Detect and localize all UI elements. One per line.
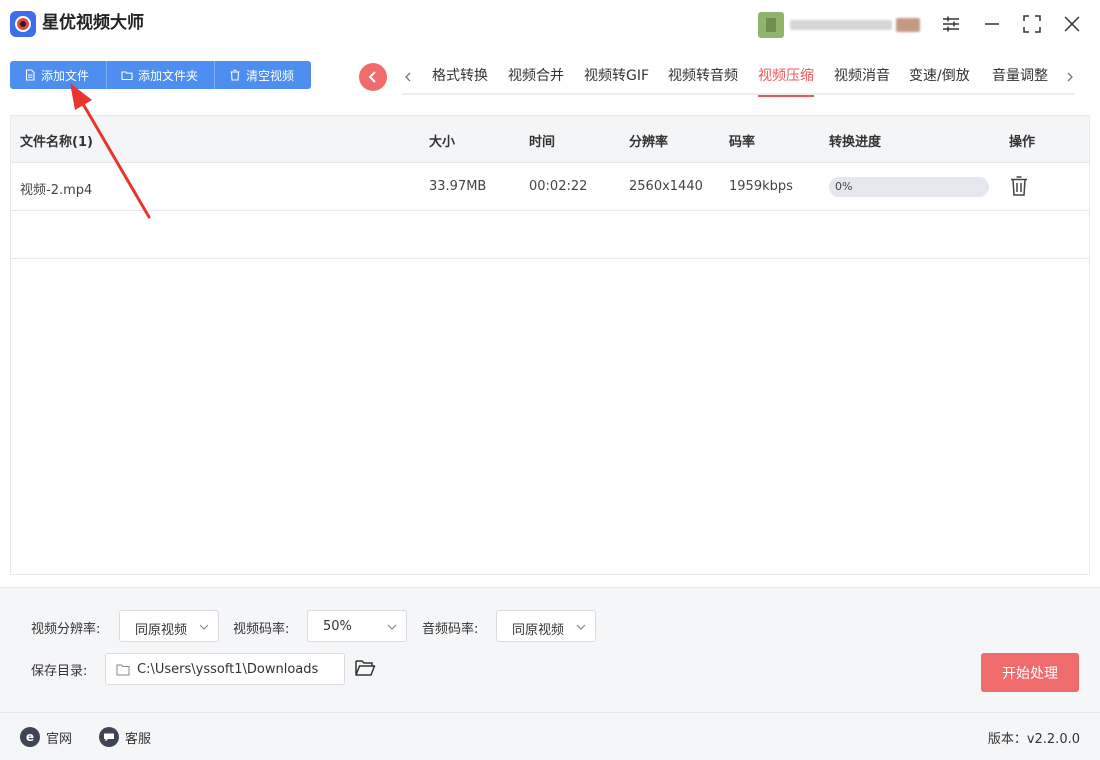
tab-video-compress[interactable]: 视频压缩	[758, 66, 814, 97]
header-size: 大小	[429, 135, 456, 150]
chat-bubble-icon	[99, 727, 119, 747]
header-resolution: 分辨率	[629, 135, 669, 150]
chevron-down-icon	[576, 624, 586, 630]
audio-bitrate-value: 同原视频	[512, 623, 565, 638]
tab-format-convert[interactable]: 格式转换	[432, 66, 488, 86]
back-button[interactable]	[359, 63, 387, 91]
app-title: 星优视频大师	[42, 13, 144, 33]
add-folder-label: 添加文件夹	[138, 68, 199, 83]
table-row[interactable]: 视频-2.mp4 33.97MB 00:02:22 2560x1440 1959…	[11, 163, 1089, 211]
chevron-down-icon	[387, 624, 397, 630]
status-bar: e 官网 客服 版本：v2.2.0.0	[0, 712, 1100, 760]
table-header: 文件名称(1) 大小 时间 分辨率 码率 转换进度 操作	[11, 116, 1089, 163]
blurred-username	[790, 20, 892, 30]
video-bitrate-select[interactable]: 50%	[307, 610, 407, 642]
tabs-scroll-right-icon[interactable]	[1062, 66, 1078, 88]
video-resolution-select[interactable]: 同原视频	[119, 610, 219, 642]
header-progress: 转换进度	[829, 135, 882, 150]
header-bitrate: 码率	[729, 135, 756, 150]
file-table: 文件名称(1) 大小 时间 分辨率 码率 转换进度 操作 视频-2.mp4 33…	[10, 115, 1090, 575]
file-name: 视频-2.mp4	[20, 183, 93, 198]
file-resolution: 2560x1440	[629, 179, 703, 194]
minimize-icon[interactable]	[978, 10, 1006, 38]
function-tabs: 格式转换 视频合并 视频转GIF 视频转音频 视频压缩 视频消音 变速/倒放 音…	[402, 62, 1075, 97]
tab-video-to-audio[interactable]: 视频转音频	[668, 66, 738, 86]
blurred-badge	[896, 18, 920, 32]
add-folder-button[interactable]: 添加文件夹	[107, 61, 215, 89]
tab-video-to-gif[interactable]: 视频转GIF	[584, 66, 649, 86]
file-toolbar: 添加文件 添加文件夹 清空视频	[10, 61, 311, 89]
audio-bitrate-select[interactable]: 同原视频	[496, 610, 596, 642]
title-bar: 星优视频大师	[0, 0, 1100, 48]
version-text: 版本：v2.2.0.0	[987, 732, 1080, 747]
tab-volume-adjust[interactable]: 音量调整	[992, 66, 1048, 86]
user-account[interactable]	[758, 12, 922, 38]
chevron-left-icon	[368, 71, 376, 83]
settings-sliders-icon[interactable]	[937, 10, 965, 38]
file-size: 33.97MB	[429, 179, 487, 194]
clear-videos-label: 清空视频	[246, 68, 295, 83]
header-file-name: 文件名称(1)	[20, 135, 93, 150]
delete-file-icon[interactable]	[1009, 175, 1029, 197]
file-bitrate: 1959kbps	[729, 179, 793, 194]
website-label: 官网	[46, 731, 73, 747]
browser-e-icon: e	[20, 727, 40, 747]
video-bitrate-label: 视频码率:	[233, 622, 290, 637]
settings-panel: 视频分辨率: 同原视频 视频码率: 50% 音频码率: 同原视频 保存目录: C…	[0, 587, 1100, 712]
avatar[interactable]	[758, 12, 784, 38]
folder-icon	[116, 664, 130, 676]
save-dir-label: 保存目录:	[31, 664, 88, 679]
folder-icon	[121, 71, 133, 81]
save-dir-input[interactable]: C:\Users\yssoft1\Downloads	[105, 653, 345, 685]
website-link[interactable]: e 官网	[20, 727, 72, 747]
audio-bitrate-label: 音频码率:	[422, 622, 479, 637]
maximize-icon[interactable]	[1018, 10, 1046, 38]
chevron-down-icon	[199, 624, 209, 630]
header-actions: 操作	[1009, 135, 1036, 150]
customer-service-link[interactable]: 客服	[99, 727, 151, 747]
app-logo-icon	[10, 11, 36, 37]
add-file-button[interactable]: 添加文件	[10, 61, 107, 89]
tab-speed-reverse[interactable]: 变速/倒放	[909, 66, 970, 86]
tab-video-mute[interactable]: 视频消音	[834, 66, 890, 86]
video-bitrate-value: 50%	[323, 619, 352, 634]
file-duration: 00:02:22	[529, 179, 588, 194]
tab-video-merge[interactable]: 视频合并	[508, 66, 564, 86]
progress-text: 0%	[835, 180, 853, 193]
add-file-label: 添加文件	[41, 68, 90, 83]
open-folder-icon[interactable]	[353, 656, 377, 680]
empty-row	[11, 211, 1089, 259]
start-processing-button[interactable]: 开始处理	[981, 653, 1079, 692]
close-icon[interactable]	[1058, 10, 1086, 38]
conversion-progress-bar: 0%	[829, 177, 989, 197]
video-resolution-label: 视频分辨率:	[31, 622, 101, 637]
customer-service-label: 客服	[125, 731, 152, 747]
file-icon	[25, 69, 35, 81]
save-dir-value: C:\Users\yssoft1\Downloads	[137, 662, 319, 677]
trash-icon	[230, 69, 240, 81]
header-time: 时间	[529, 135, 556, 150]
video-resolution-value: 同原视频	[135, 623, 188, 638]
clear-videos-button[interactable]: 清空视频	[215, 61, 311, 89]
